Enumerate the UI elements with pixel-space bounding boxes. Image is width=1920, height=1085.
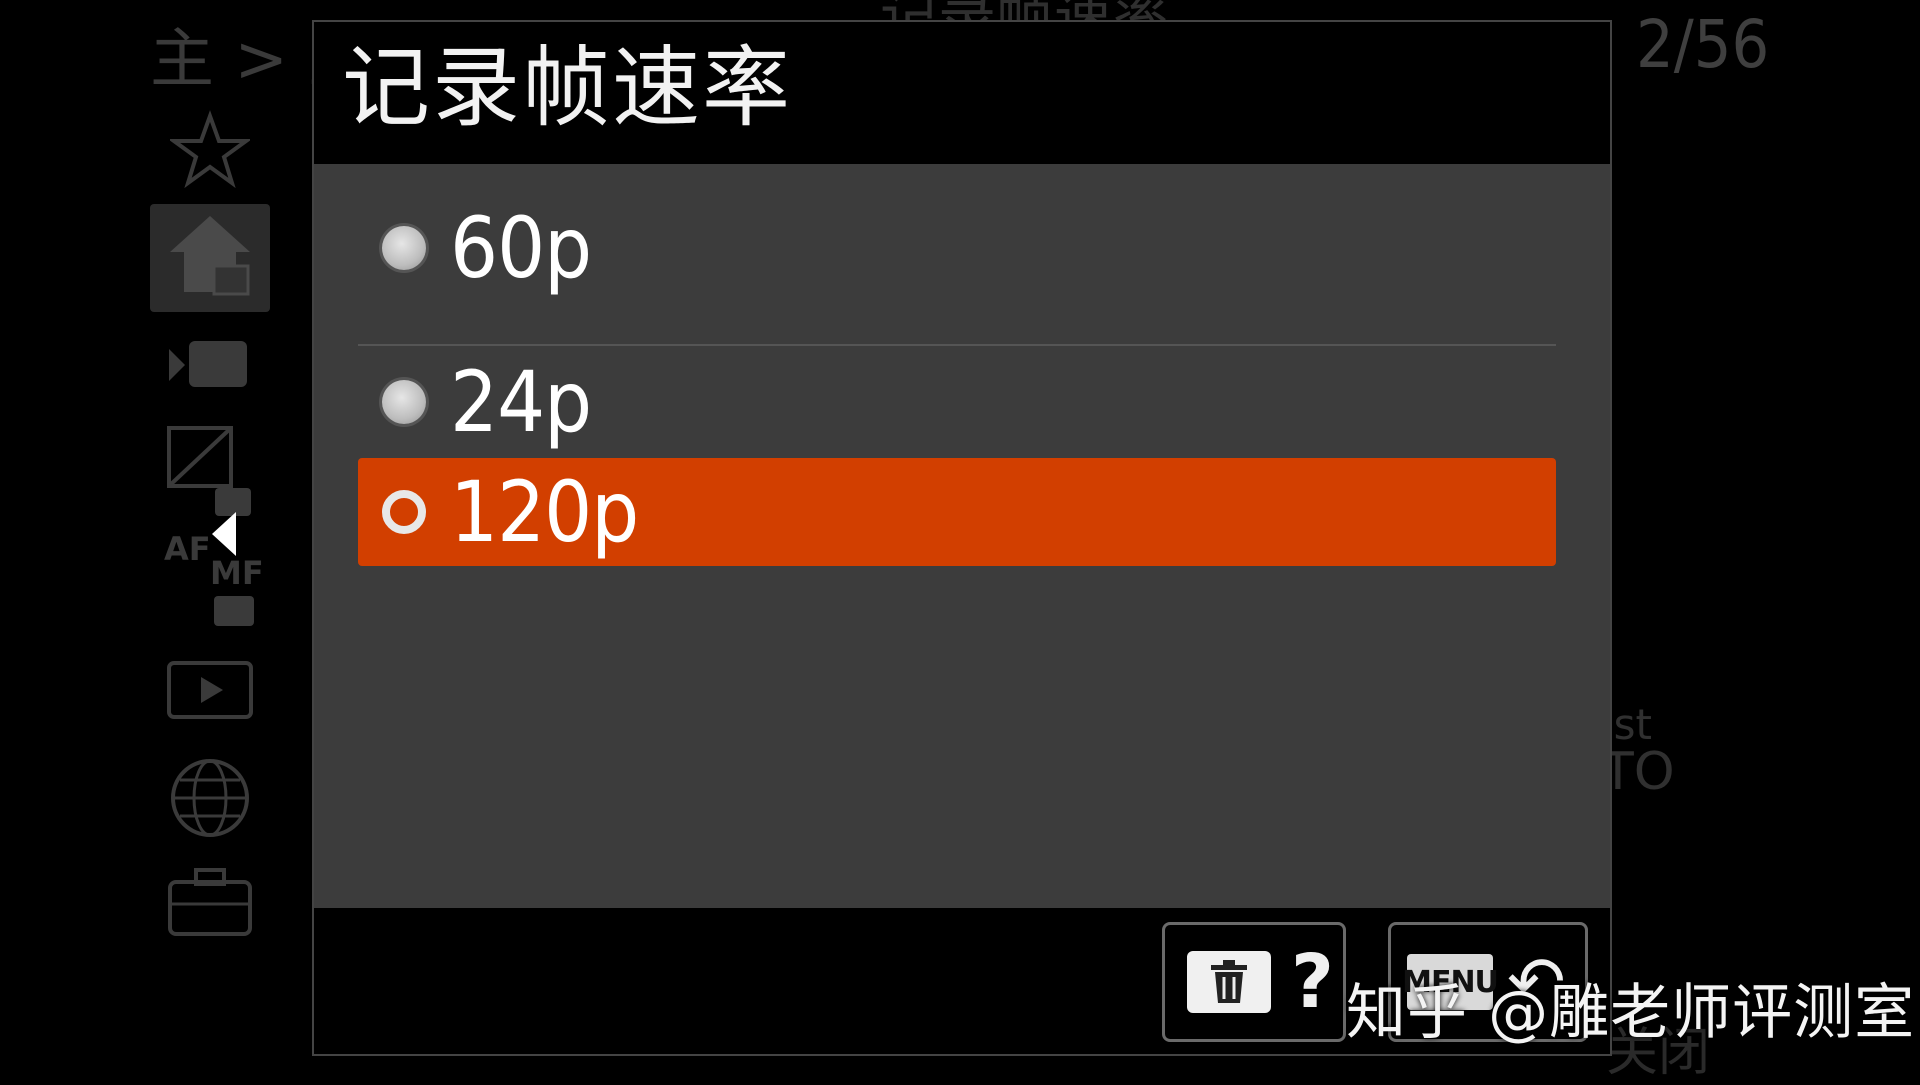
trash-icon bbox=[1187, 951, 1271, 1013]
divider bbox=[358, 344, 1556, 346]
option-label: 60p bbox=[450, 199, 592, 297]
help-button[interactable]: ? bbox=[1162, 922, 1346, 1042]
option-label: 120p bbox=[450, 463, 639, 561]
toolbox-icon[interactable] bbox=[150, 862, 270, 942]
sidebar-arrow-icon bbox=[212, 512, 236, 556]
star-icon[interactable] bbox=[150, 110, 270, 190]
home-camera-icon[interactable] bbox=[150, 204, 270, 312]
globe-icon[interactable] bbox=[150, 752, 270, 844]
frame-rate-dialog: 记录帧速率 60p 24p 120p ? MENU ↶ bbox=[312, 20, 1612, 1056]
help-icon: ? bbox=[1291, 939, 1334, 1025]
radio-unselected-icon bbox=[382, 226, 426, 270]
page-indicator: 2/56 bbox=[1636, 6, 1770, 83]
af-label: AF bbox=[164, 530, 211, 568]
background-side-text-2: TO bbox=[1602, 742, 1675, 802]
af-mf-icon[interactable]: AF MF bbox=[150, 530, 270, 630]
movie-camera-icon[interactable] bbox=[150, 330, 270, 400]
mf-label: MF bbox=[210, 554, 264, 592]
radio-selected-icon bbox=[382, 490, 426, 534]
watermark: 知乎 @雕老师评测室 bbox=[1346, 978, 1916, 1048]
radio-unselected-icon bbox=[382, 380, 426, 424]
options-list: 60p 24p 120p bbox=[314, 164, 1610, 908]
option-label: 24p bbox=[450, 353, 592, 451]
exposure-icon[interactable] bbox=[150, 422, 270, 522]
dialog-title: 记录帧速率 bbox=[342, 36, 793, 139]
playback-icon[interactable] bbox=[150, 656, 270, 726]
option-120p[interactable]: 120p bbox=[358, 458, 1556, 566]
option-60p[interactable]: 60p bbox=[358, 194, 1556, 302]
option-24p[interactable]: 24p bbox=[358, 348, 1556, 456]
